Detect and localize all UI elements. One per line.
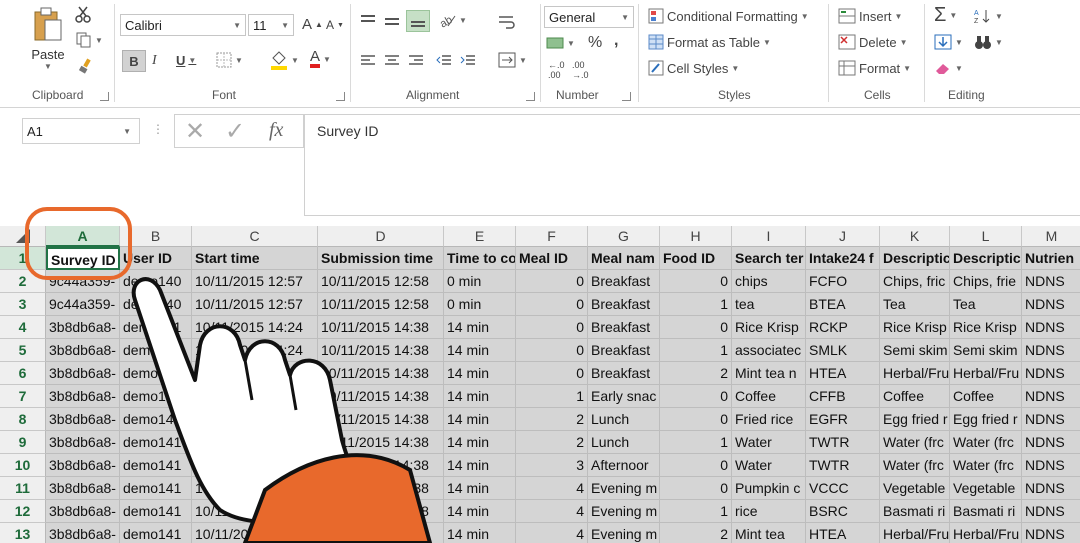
hand-pointer-icon bbox=[131, 277, 433, 543]
annotation-overlay bbox=[25, 207, 433, 543]
highlight-circle bbox=[25, 207, 132, 280]
